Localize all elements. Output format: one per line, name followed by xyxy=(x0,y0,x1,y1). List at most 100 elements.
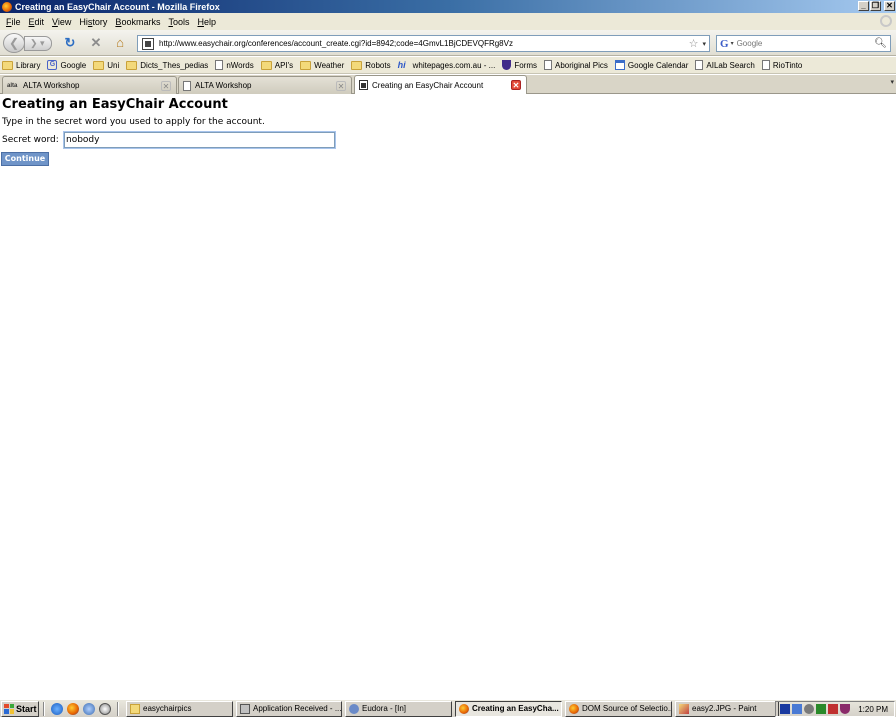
quicklaunch-separator xyxy=(43,701,45,716)
tray-shield-icon[interactable] xyxy=(840,704,850,714)
engine-dropdown-icon[interactable]: ▾ xyxy=(731,40,734,47)
menu-tools[interactable]: Tools xyxy=(164,17,193,27)
bookmark-label: Uni xyxy=(107,60,120,70)
bookmark-item[interactable]: Library xyxy=(2,60,41,70)
bookmark-label: API's xyxy=(274,60,294,70)
bookmark-item[interactable]: hi whitepages.com.au - ... xyxy=(397,59,496,70)
windows-logo-icon xyxy=(4,703,14,714)
stop-button[interactable]: ✕ xyxy=(88,35,104,51)
search-input[interactable] xyxy=(736,39,875,48)
browser-quicklaunch-icon[interactable] xyxy=(83,702,95,715)
media-quicklaunch-icon[interactable] xyxy=(99,702,111,715)
browser-tab[interactable]: alta ALTA Workshop ✕ xyxy=(2,76,177,94)
window-controls: _ ❐ ✕ xyxy=(858,1,895,11)
tray-tool-icon[interactable] xyxy=(780,704,790,714)
task-label: DOM Source of Selectio... xyxy=(582,704,672,713)
bookmark-item[interactable]: Dicts_Thes_pedias xyxy=(126,60,209,70)
bookmark-item[interactable]: Uni xyxy=(93,60,120,70)
taskbar-task-button[interactable]: easychairpics xyxy=(126,700,233,717)
menu-file[interactable]: File xyxy=(2,17,25,27)
search-bar[interactable]: G ▾ 🔍︎ xyxy=(716,35,891,52)
taskbar-task-button[interactable]: DOM Source of Selectio... xyxy=(565,700,672,717)
google-engine-icon[interactable]: G xyxy=(720,38,729,50)
folder-icon xyxy=(130,703,140,714)
taskbar-task-button[interactable]: Application Received - ... xyxy=(236,700,342,717)
bookmark-item[interactable]: Weather xyxy=(300,60,345,70)
menu-edit[interactable]: Edit xyxy=(25,17,49,27)
forward-arrow-icon: ❯ ▾ xyxy=(30,38,45,48)
bookmark-item[interactable]: API's xyxy=(260,60,294,70)
bookmark-label: Weather xyxy=(314,60,345,70)
folder-icon xyxy=(260,60,272,70)
back-button[interactable]: ❮ xyxy=(3,33,25,53)
quicklaunch-separator xyxy=(117,701,119,716)
secret-word-label: Secret word: xyxy=(2,135,59,145)
bookmark-item[interactable]: nWords xyxy=(215,60,254,70)
forward-button[interactable]: ❯ ▾ xyxy=(24,36,52,51)
tab-list-dropdown-icon[interactable]: ▾ xyxy=(890,78,894,86)
folder-icon xyxy=(2,60,13,70)
secret-word-input[interactable] xyxy=(63,131,336,149)
bookmark-item[interactable]: AILab Search xyxy=(695,60,755,70)
folder-icon xyxy=(300,60,312,70)
home-icon: ⌂ xyxy=(116,35,124,50)
close-button[interactable]: ✕ xyxy=(884,1,895,11)
ie-quicklaunch-icon[interactable] xyxy=(51,702,63,715)
firefox-quicklaunch-icon[interactable] xyxy=(67,702,79,715)
tab-close-icon[interactable]: ✕ xyxy=(336,81,346,91)
taskbar-task-button[interactable]: Creating an EasyCha... xyxy=(455,700,562,717)
site-favicon-icon xyxy=(142,37,154,50)
folder-icon xyxy=(351,60,363,70)
firefox-icon xyxy=(459,703,469,714)
url-text[interactable]: http://www.easychair.org/conferences/acc… xyxy=(159,39,689,48)
taskbar-task-button[interactable]: Eudora - [In] xyxy=(345,700,452,717)
home-button[interactable]: ⌂ xyxy=(112,35,128,51)
url-bar[interactable]: http://www.easychair.org/conferences/acc… xyxy=(137,35,710,52)
restore-button[interactable]: ❐ xyxy=(870,1,881,11)
tray-security-icon[interactable] xyxy=(828,704,838,714)
bookmark-item[interactable]: Robots xyxy=(351,60,391,70)
menu-bookmarks[interactable]: Bookmarks xyxy=(111,17,164,27)
bookmark-label: whitepages.com.au - ... xyxy=(412,60,496,70)
search-magnifier-icon[interactable]: 🔍︎ xyxy=(874,38,887,49)
bookmark-label: Library xyxy=(16,60,41,70)
page-icon xyxy=(761,60,770,70)
task-label: Creating an EasyCha... xyxy=(472,704,559,713)
stop-icon: ✕ xyxy=(90,35,102,50)
bookmark-label: Google Calendar xyxy=(627,60,689,70)
browser-tab[interactable]: Creating an EasyChair Account ✕ xyxy=(354,75,527,94)
menu-help[interactable]: Help xyxy=(193,17,220,27)
taskbar-task-button[interactable]: easy2.JPG - Paint xyxy=(675,700,779,717)
bookmark-item[interactable]: RioTinto xyxy=(761,60,802,70)
tab-close-icon[interactable]: ✕ xyxy=(161,81,171,91)
bookmark-item[interactable]: Forms xyxy=(502,60,537,70)
folder-icon xyxy=(93,60,105,70)
menu-view[interactable]: View xyxy=(48,17,75,27)
tab-close-icon[interactable]: ✕ xyxy=(511,80,521,90)
eudora-icon xyxy=(349,703,359,714)
browser-tab[interactable]: ALTA Workshop ✕ xyxy=(178,76,352,94)
reload-button[interactable]: ↻ xyxy=(62,35,78,51)
bookmark-item[interactable]: Google Calendar xyxy=(614,60,689,70)
paint-icon xyxy=(679,703,689,714)
continue-button[interactable]: Continue xyxy=(1,152,49,166)
tray-network-icon[interactable] xyxy=(792,704,802,714)
bookmark-label: Aboriginal Pics xyxy=(555,60,608,70)
tray-volume-icon[interactable] xyxy=(804,704,814,714)
tray-app-icon[interactable] xyxy=(816,704,826,714)
bookmark-item[interactable]: Aboriginal Pics xyxy=(544,60,608,70)
bookmark-label: Dicts_Thes_pedias xyxy=(140,60,209,70)
page-icon xyxy=(544,60,552,70)
bookmark-star-icon[interactable]: ☆ xyxy=(689,37,699,50)
page-icon xyxy=(695,60,704,70)
tab-favicon-icon xyxy=(183,80,191,91)
bookmark-item[interactable]: G Google xyxy=(47,60,86,70)
hi-icon: hi xyxy=(397,59,406,70)
minimize-button[interactable]: _ xyxy=(858,1,869,11)
menu-history[interactable]: History xyxy=(75,17,111,27)
start-button[interactable]: Start xyxy=(1,700,39,717)
bookmark-label: AILab Search xyxy=(706,60,755,70)
back-arrow-icon: ❮ xyxy=(8,36,20,50)
task-label: easychairpics xyxy=(143,704,192,713)
url-history-dropdown-icon[interactable]: ▾ xyxy=(702,40,706,48)
